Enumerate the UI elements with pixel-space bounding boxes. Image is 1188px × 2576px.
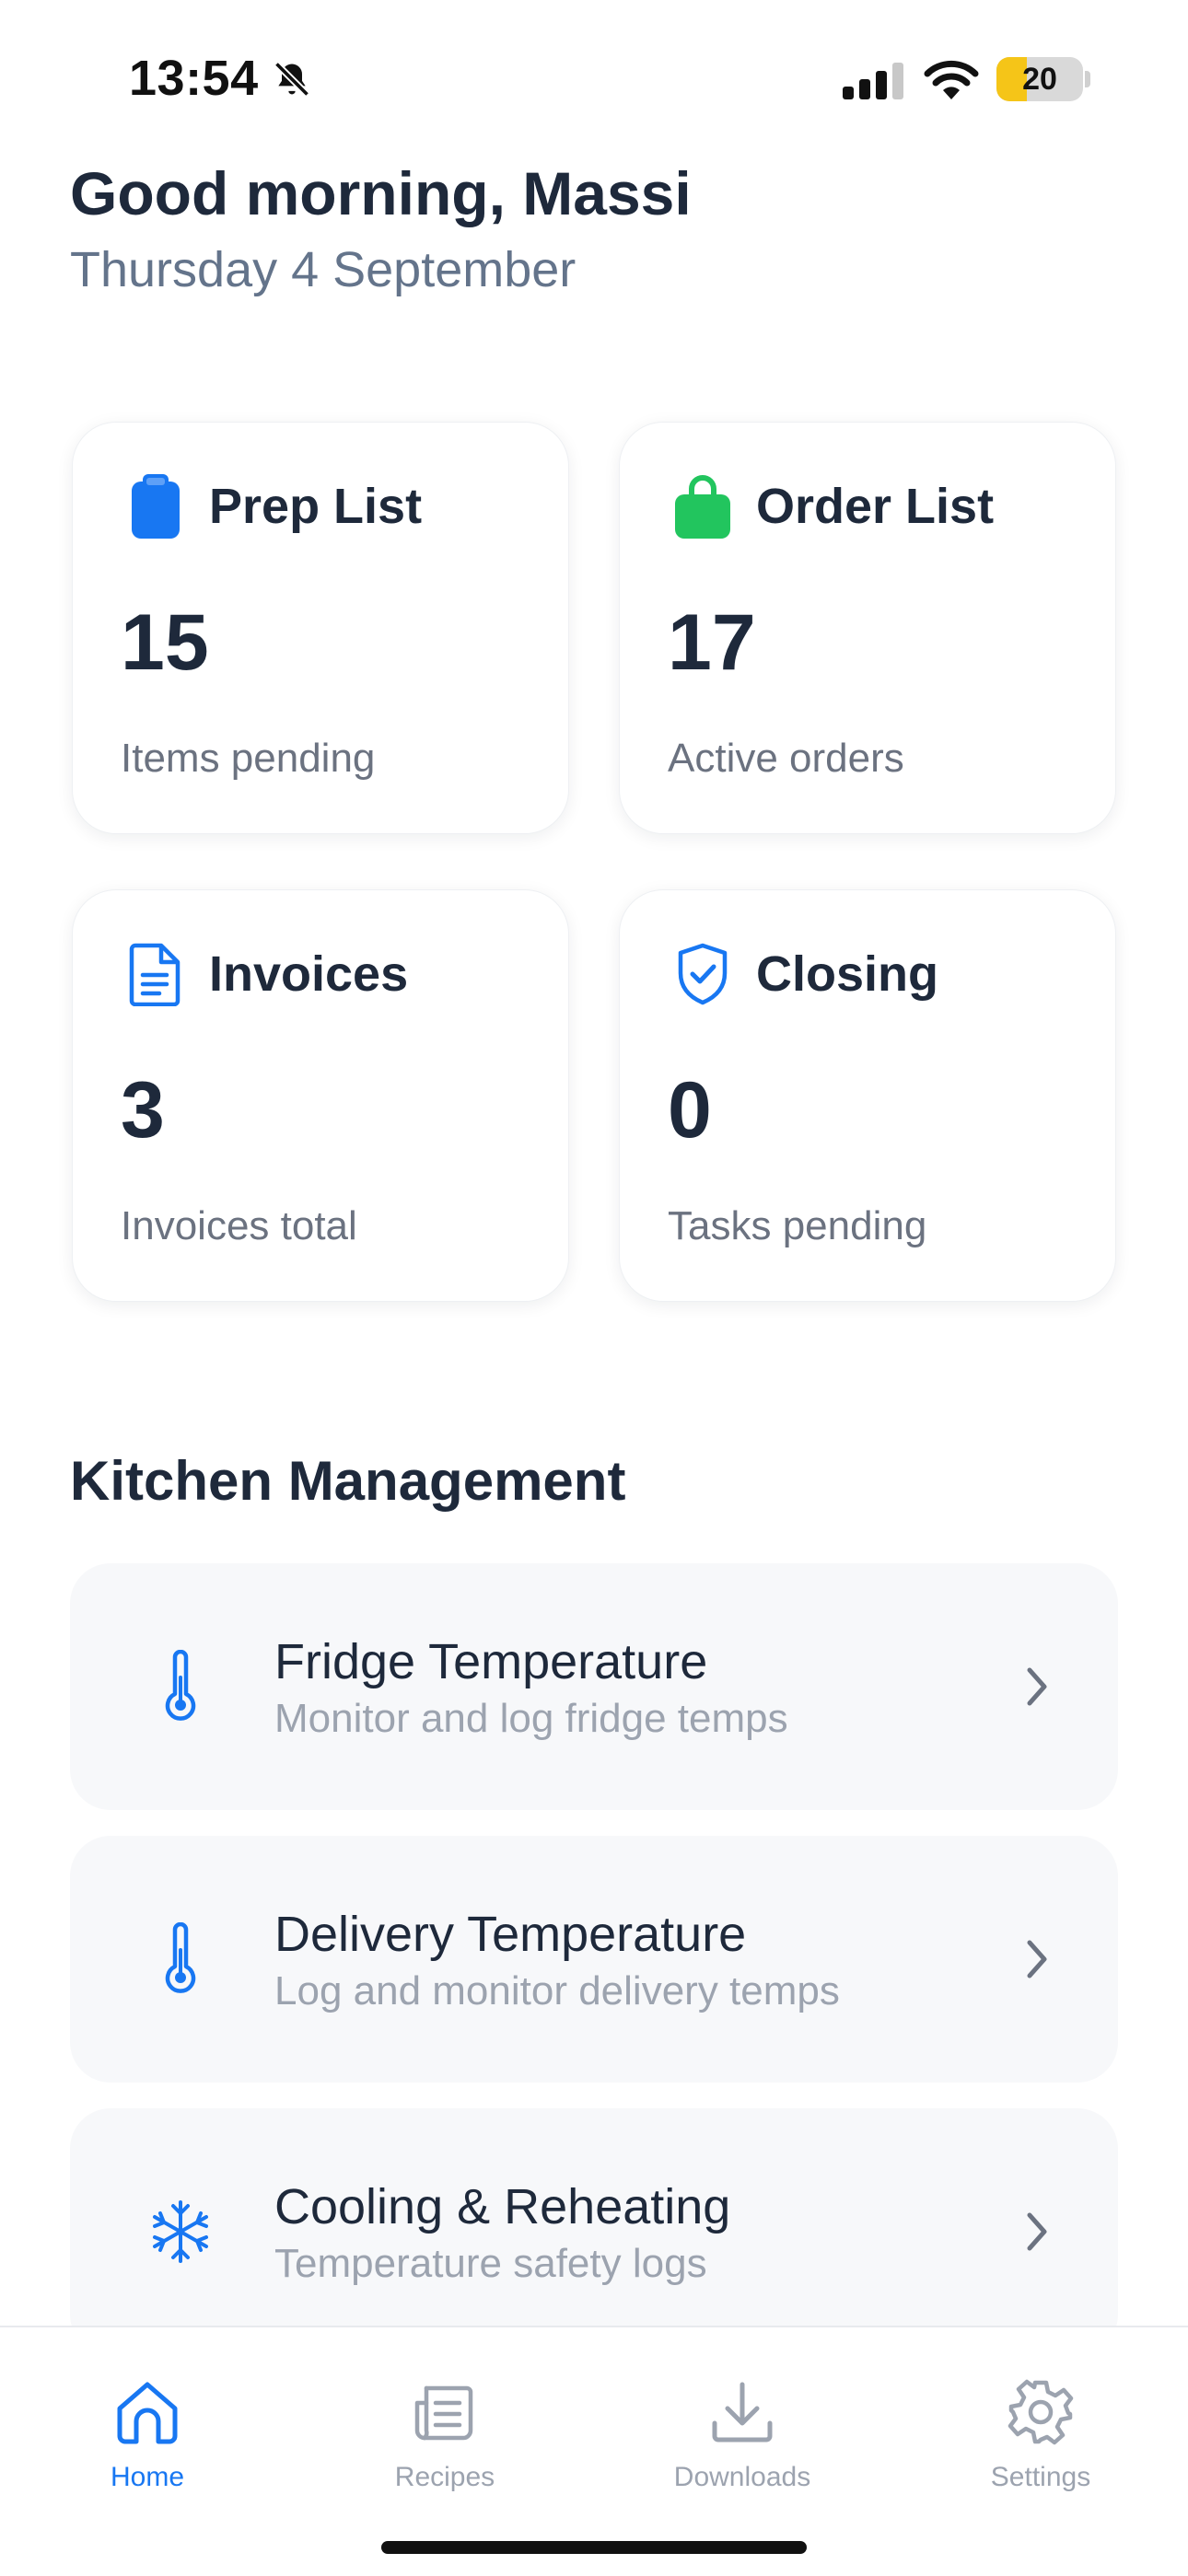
bell-slash-icon	[274, 61, 310, 98]
status-time: 13:54	[129, 51, 259, 106]
tab-label: Downloads	[673, 2462, 811, 2492]
gear-icon	[1007, 2379, 1074, 2445]
prep-list-card[interactable]: Prep List 15 Items pending	[72, 422, 569, 834]
card-subtitle: Active orders	[668, 736, 904, 781]
status-bar: 13:54 20	[0, 0, 1188, 157]
home-icon	[117, 2382, 178, 2444]
card-subtitle: Invoices total	[121, 1203, 357, 1248]
wifi-icon	[924, 60, 979, 99]
item-subtitle: Monitor and log fridge temps	[274, 1696, 788, 1741]
clipboard-icon	[132, 474, 180, 539]
download-icon	[712, 2382, 773, 2443]
card-title: Order List	[756, 479, 995, 534]
chevron-right-icon	[1027, 2212, 1047, 2251]
battery-tip	[1085, 71, 1090, 87]
tab-label: Settings	[990, 2462, 1091, 2492]
thermometer-icon	[165, 1922, 196, 1993]
tab-downloads[interactable]: Downloads	[650, 2375, 834, 2493]
recipes-icon	[414, 2385, 473, 2441]
tab-bar: Home Recipes Downloads Settings	[0, 2326, 1188, 2576]
card-value: 0	[668, 1066, 712, 1155]
card-title: Invoices	[209, 946, 409, 1002]
section-title: Kitchen Management	[70, 1450, 626, 1512]
tab-recipes[interactable]: Recipes	[353, 2375, 537, 2493]
snowflake-icon	[153, 2200, 208, 2263]
battery-percent: 20	[1022, 62, 1057, 97]
cellular-signal-icon	[843, 63, 903, 99]
chevron-right-icon	[1027, 1940, 1047, 1978]
card-subtitle: Items pending	[121, 736, 376, 781]
item-title: Cooling & Reheating	[274, 2179, 731, 2234]
chevron-right-icon	[1027, 1667, 1047, 1706]
item-subtitle: Log and monitor delivery temps	[274, 1968, 840, 2013]
closing-card[interactable]: Closing 0 Tasks pending	[619, 889, 1116, 1302]
card-title: Closing	[756, 946, 938, 1002]
date-label: Thursday 4 September	[70, 242, 577, 297]
item-subtitle: Temperature safety logs	[274, 2241, 707, 2286]
delivery-temperature-item[interactable]: Delivery Temperature Log and monitor del…	[70, 1836, 1118, 2083]
tab-label: Recipes	[394, 2462, 495, 2492]
item-title: Fridge Temperature	[274, 1634, 708, 1689]
tab-label: Home	[110, 2462, 185, 2492]
fridge-temperature-item[interactable]: Fridge Temperature Monitor and log fridg…	[70, 1563, 1118, 1810]
item-title: Delivery Temperature	[274, 1907, 747, 1962]
battery-icon: 20	[996, 57, 1083, 101]
order-list-card[interactable]: Order List 17 Active orders	[619, 422, 1116, 834]
card-value: 3	[121, 1066, 165, 1155]
thermometer-icon	[165, 1650, 196, 1721]
cooling-reheating-item[interactable]: Cooling & Reheating Temperature safety l…	[70, 2108, 1118, 2355]
card-value: 17	[668, 598, 756, 687]
tab-home[interactable]: Home	[55, 2375, 239, 2493]
document-icon	[129, 943, 181, 1006]
card-value: 15	[121, 598, 209, 687]
card-subtitle: Tasks pending	[668, 1203, 927, 1248]
shield-check-icon	[678, 943, 728, 1005]
greeting: Good morning, Massi	[70, 159, 692, 227]
home-indicator	[381, 2541, 807, 2554]
invoices-card[interactable]: Invoices 3 Invoices total	[72, 889, 569, 1302]
shopping-bag-icon	[675, 475, 730, 539]
tab-settings[interactable]: Settings	[949, 2375, 1133, 2493]
card-title: Prep List	[209, 479, 423, 534]
